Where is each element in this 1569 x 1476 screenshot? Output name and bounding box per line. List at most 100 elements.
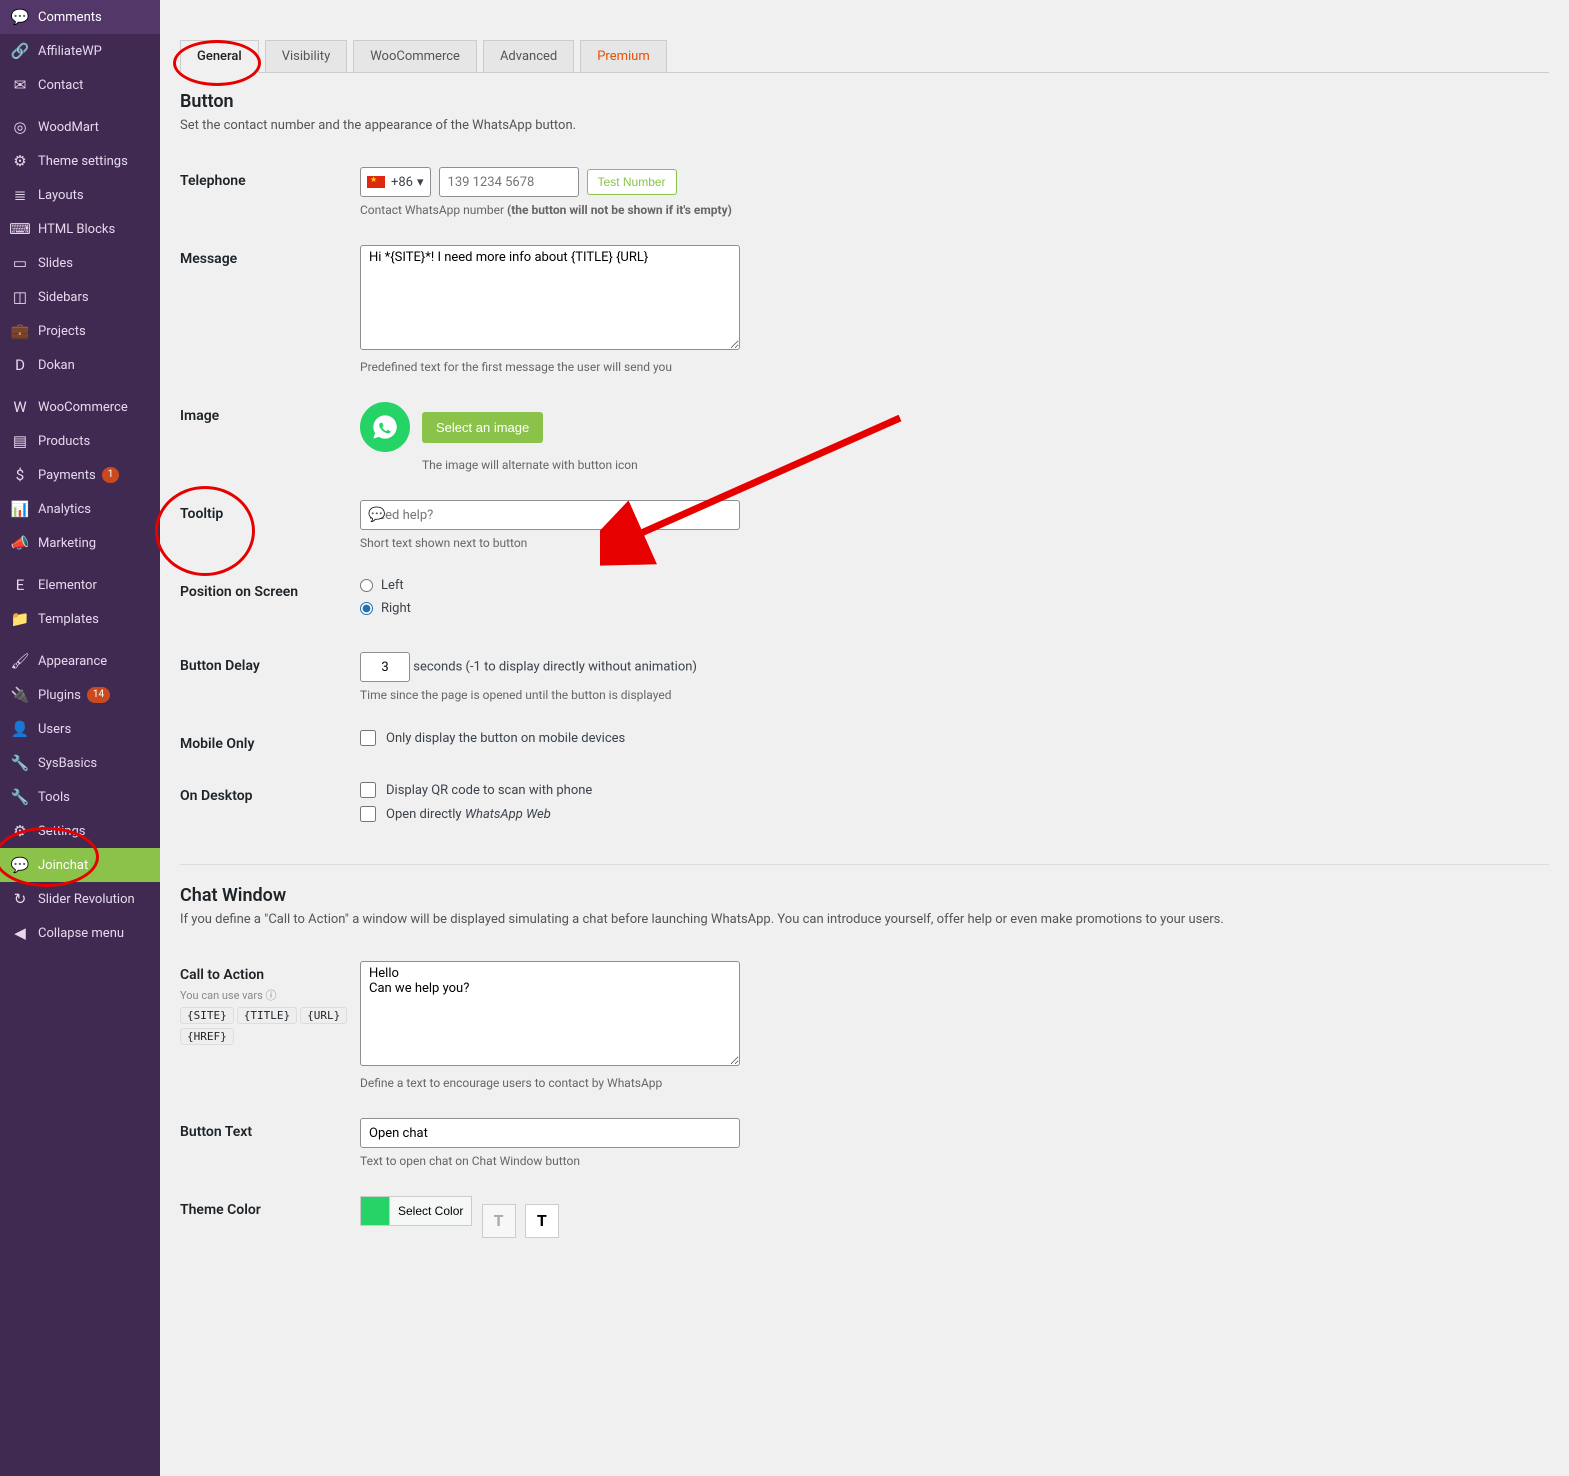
tab-general[interactable]: General <box>180 40 259 73</box>
position-right-radio[interactable]: Right <box>360 601 1549 616</box>
delay-input[interactable] <box>360 652 410 682</box>
menu-label: Layouts <box>38 188 84 203</box>
sidebar-item-products[interactable]: ▤Products <box>0 424 160 458</box>
sidebar-item-templates[interactable]: 📁Templates <box>0 602 160 636</box>
button-text-desc: Text to open chat on Chat Window button <box>360 1154 1549 1168</box>
menu-label: Dokan <box>38 358 75 373</box>
sidebar-item-marketing[interactable]: 📣 Marketing <box>0 526 160 560</box>
menu-icon: ✉ <box>10 76 30 94</box>
sidebar-item-joinchat[interactable]: 💬 Joinchat <box>0 848 160 882</box>
telephone-input[interactable] <box>439 167 579 197</box>
theme-light-button[interactable]: T <box>482 1204 516 1238</box>
menu-label: WooCommerce <box>38 400 128 415</box>
select-color-button[interactable]: Select Color <box>390 1196 472 1226</box>
sidebar-item-woodmart[interactable]: ◎WoodMart <box>0 110 160 144</box>
menu-icon: 💼 <box>10 322 30 340</box>
sidebar-item-users[interactable]: 👤Users <box>0 712 160 746</box>
sidebar-item-settings[interactable]: ⚙Settings <box>0 814 160 848</box>
desktop-label: On Desktop <box>180 782 360 804</box>
var-tag: {TITLE} <box>237 1007 297 1024</box>
var-tag: {SITE} <box>180 1007 234 1024</box>
desktop-open-checkbox[interactable]: Open directly WhatsApp Web <box>360 806 1549 822</box>
sidebar-item-sysbasics[interactable]: 🔧SysBasics <box>0 746 160 780</box>
menu-icon: 🔌 <box>10 686 30 704</box>
menu-icon: ◀ <box>10 924 30 942</box>
menu-label: Marketing <box>38 536 96 551</box>
theme-dark-button[interactable]: T <box>525 1204 559 1238</box>
menu-icon: ▭ <box>10 254 30 272</box>
sidebar-item-theme-settings[interactable]: ⚙Theme settings <box>0 144 160 178</box>
menu-icon: 🔗 <box>10 42 30 60</box>
menu-icon: ≣ <box>10 186 30 204</box>
menu-label: Comments <box>38 10 102 25</box>
message-desc: Predefined text for the first message th… <box>360 360 1549 374</box>
tab-premium[interactable]: Premium <box>580 40 667 72</box>
chat-section-desc: If you define a "Call to Action" a windo… <box>180 912 1549 927</box>
speech-bubble-icon: 💬 <box>368 507 385 523</box>
menu-label: Templates <box>38 612 99 627</box>
main-content: General Visibility WooCommerce Advanced … <box>160 0 1569 1476</box>
sidebar-item-dokan[interactable]: D Dokan <box>0 348 160 382</box>
sidebar-item-woocommerce[interactable]: WWooCommerce <box>0 390 160 424</box>
menu-label: Joinchat <box>38 858 88 873</box>
sidebar-item-html-blocks[interactable]: ⌨HTML Blocks <box>0 212 160 246</box>
position-label: Position on Screen <box>180 578 360 600</box>
sidebar-item-slider-revolution[interactable]: ↻Slider Revolution <box>0 882 160 916</box>
menu-icon: ▤ <box>10 432 30 450</box>
select-image-button[interactable]: Select an image <box>422 412 543 443</box>
menu-label: Tools <box>38 790 70 805</box>
menu-label: Payments <box>38 468 96 483</box>
sidebar-item-affiliatewp[interactable]: 🔗AffiliateWP <box>0 34 160 68</box>
position-left-radio[interactable]: Left <box>360 578 1549 593</box>
menu-icon: ◫ <box>10 288 30 306</box>
count-badge: 14 <box>87 687 110 703</box>
menu-label: Plugins <box>38 688 81 703</box>
sidebar-item-analytics[interactable]: 📊Analytics <box>0 492 160 526</box>
dial-code: +86 <box>391 175 413 190</box>
mobile-only-checkbox[interactable]: Only display the button on mobile device… <box>360 730 1549 746</box>
menu-icon: 🔧 <box>10 754 30 772</box>
sidebar-item-sidebars[interactable]: ◫Sidebars <box>0 280 160 314</box>
delay-label: Button Delay <box>180 652 360 674</box>
china-flag-icon <box>367 176 385 188</box>
sidebar-item-layouts[interactable]: ≣ Layouts <box>0 178 160 212</box>
count-badge: 1 <box>102 467 120 483</box>
sidebar-item-collapse-menu[interactable]: ◀Collapse menu <box>0 916 160 950</box>
tab-woocommerce[interactable]: WooCommerce <box>353 40 477 72</box>
tooltip-input[interactable] <box>360 500 740 530</box>
menu-icon: 💬 <box>10 856 30 874</box>
theme-color-picker[interactable]: Select Color <box>360 1196 472 1226</box>
button-text-input[interactable] <box>360 1118 740 1148</box>
country-code-select[interactable]: +86 ▾ <box>360 167 431 197</box>
tooltip-label: Tooltip <box>180 500 360 522</box>
sidebar-item-comments[interactable]: 💬Comments <box>0 0 160 34</box>
sidebar-item-plugins[interactable]: 🔌 Plugins 14 <box>0 678 160 712</box>
tab-visibility[interactable]: Visibility <box>265 40 348 72</box>
menu-icon: D <box>10 356 30 374</box>
tooltip-desc: Short text shown next to button <box>360 536 1549 550</box>
cta-textarea[interactable]: Hello Can we help you? <box>360 961 740 1066</box>
menu-icon: 📣 <box>10 534 30 552</box>
delay-desc: Time since the page is opened until the … <box>360 688 1549 702</box>
sidebar-item-slides[interactable]: ▭Slides <box>0 246 160 280</box>
menu-label: Contact <box>38 78 83 93</box>
sidebar-item-contact[interactable]: ✉ Contact <box>0 68 160 102</box>
sidebar-item-projects[interactable]: 💼Projects <box>0 314 160 348</box>
menu-label: Analytics <box>38 502 91 517</box>
button-section-desc: Set the contact number and the appearanc… <box>180 118 1549 133</box>
menu-icon: $ <box>10 466 30 484</box>
chat-section-title: Chat Window <box>180 885 1549 906</box>
sidebar-item-elementor[interactable]: EElementor <box>0 568 160 602</box>
menu-icon: ⚙ <box>10 152 30 170</box>
delay-suffix: seconds (-1 to display directly without … <box>413 660 697 675</box>
test-number-button[interactable]: Test Number <box>587 169 677 195</box>
message-textarea[interactable]: Hi *{SITE}*! I need more info about {TIT… <box>360 245 740 350</box>
tab-advanced[interactable]: Advanced <box>483 40 574 72</box>
sidebar-item-payments[interactable]: $ Payments 1 <box>0 458 160 492</box>
menu-icon: 🖌 <box>10 652 30 670</box>
sidebar-item-appearance[interactable]: 🖌Appearance <box>0 644 160 678</box>
menu-label: Elementor <box>38 578 97 593</box>
desktop-qr-checkbox[interactable]: Display QR code to scan with phone <box>360 782 1549 798</box>
menu-icon: ◎ <box>10 118 30 136</box>
sidebar-item-tools[interactable]: 🔧Tools <box>0 780 160 814</box>
